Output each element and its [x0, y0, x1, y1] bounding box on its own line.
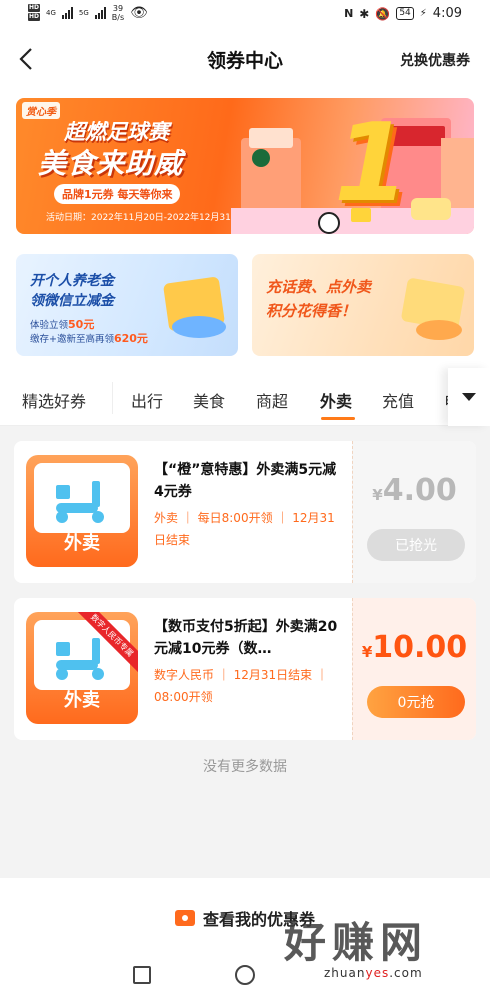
charging-icon: ⚡ — [419, 8, 427, 19]
coupon-card[interactable]: 外卖 【“橙”意特惠】外卖满5元减4元券 外卖 ｜ 每日8:00开领 ｜ 12月… — [14, 441, 476, 583]
tab-active-indicator — [321, 417, 355, 420]
coupon-amount: 10.00 — [372, 630, 468, 665]
status-left: HD HD 4G 5G 39 B/s 👁 — [28, 4, 148, 22]
app-header: 领券中心 兑换优惠券 — [0, 30, 490, 88]
nfc-icon: N — [344, 7, 354, 20]
watermark-url: zhuanyes.com — [324, 966, 428, 980]
coupon-price: ¥4.00 — [353, 473, 476, 508]
points-title-line1: 充话费、点外卖 — [266, 278, 372, 296]
coupon-title: 【数币支付5折起】外卖满20元减10元券（数… — [154, 619, 338, 657]
watermark-url-part1: zhuan — [324, 966, 366, 980]
speed-value: 39 — [112, 4, 124, 13]
caret-down-icon — [462, 393, 476, 401]
points-title-line2: 积分花得香！ — [266, 302, 357, 320]
pension-line2: 缴存+邀新至高再领620元 — [30, 330, 148, 346]
coupon-meta: 外卖 ｜ 每日8:00开领 ｜ 12月31日结束 — [154, 511, 335, 547]
football-icon — [318, 212, 340, 234]
coupon-price-panel: ¥4.00 已抢光 — [352, 441, 476, 583]
home-button[interactable] — [235, 965, 255, 985]
takeout-coupon-icon: 数字人民币专属 外卖 — [26, 612, 138, 724]
coupon-icon-label: 外卖 — [64, 533, 100, 554]
pension-promo-banner[interactable]: 开个人养老金 领微信立减金 体验立领50元 缴存+邀新至高再领620元 — [16, 254, 238, 356]
pension-title-line2: 领微信立减金 — [30, 293, 114, 309]
exchange-coupon-link[interactable]: 兑换优惠券 — [400, 50, 470, 70]
coupon-amount: 4.00 — [382, 473, 457, 508]
currency-symbol: ¥ — [372, 486, 383, 504]
tab-divider — [112, 382, 113, 414]
banner-subtitle: 品牌1元券 每天等你来 — [54, 184, 181, 204]
points-promo-banner[interactable]: 充话费、点外卖 积分花得香！ — [252, 254, 474, 356]
sold-out-button[interactable]: 已抢光 — [367, 529, 465, 561]
pedestal-icon — [172, 316, 226, 338]
tab-recharge[interactable]: 充值 — [382, 388, 414, 412]
coupon-icon-label: 外卖 — [64, 690, 100, 711]
status-bar: HD HD 4G 5G 39 B/s 👁 N ✱ 🔕 54 ⚡ 4:09 — [0, 0, 490, 30]
clock: 4:09 — [432, 6, 462, 21]
network-label-2: 5G — [78, 9, 89, 17]
mute-bell-icon: 🔕 — [375, 6, 391, 21]
signal-icon-2 — [94, 7, 106, 19]
speed-unit: B/s — [111, 13, 125, 22]
banner-tag: 赏心季 — [22, 102, 60, 119]
coupon-meta: 数字人民币 ｜ 12月31日结束 ｜ 08:00开领 — [154, 668, 328, 704]
category-tabs: 精选好券 出行 美食 商超 外卖 充值 电 — [0, 368, 490, 426]
signal-icon — [61, 7, 73, 19]
network-label-1: 4G — [46, 9, 56, 17]
takeout-coupon-icon: 外卖 — [26, 455, 138, 567]
eye-icon: 👁 — [130, 5, 148, 21]
banner-title-line2: 美食来助威 — [38, 147, 184, 180]
hd-indicator: HD HD — [28, 4, 41, 22]
hd-label-1: HD — [28, 4, 41, 12]
currency-symbol: ¥ — [361, 643, 373, 661]
main-promo-banner[interactable]: 赏心季 超燃足球赛 美食来助威 品牌1元券 每天等你来 活动日期：2022年11… — [16, 98, 474, 234]
hd-label-2: HD — [28, 13, 41, 21]
pension-line2-amount: 620元 — [113, 332, 148, 345]
scooter-icon — [34, 463, 130, 533]
watermark-url-part3: .com — [389, 966, 423, 980]
tab-featured[interactable]: 精选好券 — [22, 388, 86, 412]
coupon-title: 【“橙”意特惠】外卖满5元减4元券 — [154, 462, 337, 500]
tab-supermarket[interactable]: 商超 — [256, 388, 288, 412]
site-watermark: 好赚网 zhuanyes.com — [284, 918, 429, 981]
pension-title-line1: 开个人养老金 — [30, 273, 114, 289]
status-right: N ✱ 🔕 54 ⚡ 4:09 — [344, 6, 462, 21]
ticket-icon — [174, 910, 195, 926]
coupon-price: ¥10.00 — [353, 630, 476, 665]
no-more-data-label: 没有更多数据 — [203, 759, 287, 775]
banner-big-number: 1 — [334, 101, 410, 226]
tabs-expand-button[interactable] — [448, 368, 490, 426]
watermark-url-part2: yes — [365, 966, 390, 980]
tab-takeout[interactable]: 外卖 — [320, 388, 352, 412]
network-speed: 39 B/s — [112, 4, 124, 22]
watermark-logo: 好赚网 — [284, 918, 429, 967]
coupon-price-panel: ¥10.00 0元抢 — [352, 598, 476, 740]
bluetooth-icon: ✱ — [359, 6, 370, 21]
pension-line2-prefix: 缴存+邀新至高再领 — [30, 334, 114, 345]
coupon-card[interactable]: 数字人民币专属 外卖 【数币支付5折起】外卖满20元减10元券（数… 数字人民币… — [14, 598, 476, 740]
tab-travel[interactable]: 出行 — [131, 388, 163, 412]
battery-icon: 54 — [396, 7, 414, 20]
grab-coupon-button[interactable]: 0元抢 — [367, 686, 465, 718]
banner-date: 活动日期：2022年11月20日-2022年12月31日 — [46, 213, 240, 223]
tab-food[interactable]: 美食 — [193, 388, 225, 412]
plate-icon — [416, 320, 462, 340]
recents-button[interactable] — [133, 966, 151, 984]
banner-area: 赏心季 超燃足球赛 美食来助威 品牌1元券 每天等你来 活动日期：2022年11… — [0, 88, 490, 368]
